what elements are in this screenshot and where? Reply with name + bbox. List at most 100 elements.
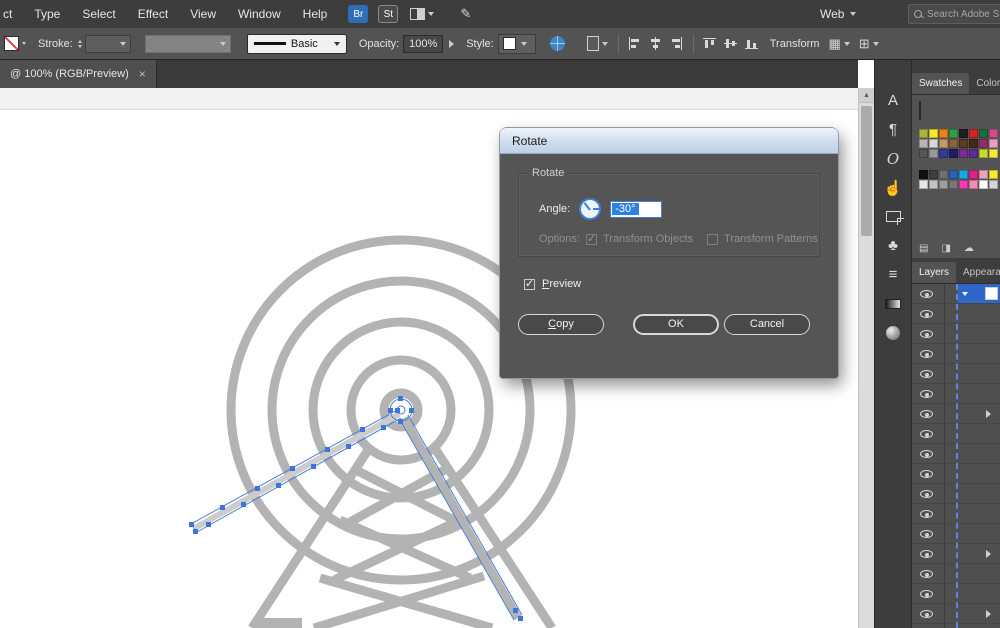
menu-item-view[interactable]: View [179,7,227,21]
swatch[interactable] [959,149,968,158]
visibility-eye-icon[interactable] [920,610,933,618]
selected-layer-indicator[interactable] [958,284,1000,303]
swatch[interactable] [989,170,998,179]
gradient-panel-icon[interactable] [875,289,911,318]
brush-definition-dropdown[interactable]: Basic [247,34,347,54]
visibility-eye-icon[interactable] [920,470,933,478]
swatch[interactable] [929,139,938,148]
visibility-eye-icon[interactable] [920,410,933,418]
symbols-panel-icon[interactable]: ♣ [875,231,911,260]
isolate-options-button[interactable]: ⊞ [859,36,879,52]
swatch-kinds-icon[interactable]: ◨ [941,243,950,254]
align-right-icon[interactable] [670,37,683,50]
swatch[interactable] [979,149,988,158]
swatch[interactable] [959,139,968,148]
swatch[interactable] [989,139,998,148]
angle-input[interactable]: -30° [610,201,662,218]
swatch[interactable] [979,180,988,189]
swatch[interactable] [939,129,948,138]
fill-color-control[interactable] [4,36,26,51]
swatch[interactable] [929,129,938,138]
arrange-documents-button[interactable] [410,8,434,20]
visibility-eye-icon[interactable] [920,290,933,298]
swatch[interactable] [939,170,948,179]
menu-item-ct[interactable]: ct [0,7,23,21]
swatch-libraries-icon[interactable]: ▤ [919,243,928,254]
tab-appearance[interactable]: Appearance [956,262,1000,283]
swatch[interactable] [959,180,968,189]
swatch[interactable] [959,170,968,179]
navigator-panel-icon[interactable] [875,318,911,347]
visibility-eye-icon[interactable] [920,530,933,538]
swatch[interactable] [919,149,928,158]
stock-search-input[interactable]: Search Adobe Stock [908,4,1000,24]
stroke-panel-icon[interactable]: ≡ [875,260,911,289]
dialog-titlebar[interactable]: Rotate [500,128,838,154]
swatch[interactable] [939,180,948,189]
visibility-eye-icon[interactable] [920,450,933,458]
visibility-eye-icon[interactable] [920,510,933,518]
tab-color[interactable]: Color [969,73,1000,94]
visibility-eye-icon[interactable] [920,370,933,378]
cloud-sync-icon[interactable]: ☁ [964,243,974,254]
swatch[interactable] [989,180,998,189]
swatch[interactable] [979,170,988,179]
visibility-eye-icon[interactable] [920,570,933,578]
swatch[interactable] [949,180,958,189]
visibility-eye-icon[interactable] [920,590,933,598]
swatch[interactable] [949,170,958,179]
align-middle-icon[interactable] [724,37,737,50]
expand-chevron-icon[interactable] [986,410,991,418]
visibility-eye-icon[interactable] [920,490,933,498]
swatch[interactable] [949,149,958,158]
swatch[interactable] [989,129,998,138]
shape-options-button[interactable]: ▦ [828,36,849,52]
swatch[interactable] [929,149,938,158]
swatch[interactable] [939,149,948,158]
width-profile-dropdown[interactable] [145,35,231,53]
swatch[interactable] [929,180,938,189]
visibility-eye-icon[interactable] [920,310,933,318]
swatch[interactable] [969,149,978,158]
align-top-icon[interactable] [703,37,716,50]
publish-online-icon[interactable] [550,36,565,51]
swatch[interactable] [979,139,988,148]
swatch[interactable] [949,129,958,138]
menu-item-select[interactable]: Select [71,7,126,21]
transform-label[interactable]: Transform [770,38,820,50]
visibility-eye-icon[interactable] [920,350,933,358]
character-panel-icon[interactable]: A [875,86,911,115]
copy-button[interactable]: Copy [518,314,604,335]
swatch[interactable] [929,170,938,179]
swatch[interactable] [969,129,978,138]
opacity-input[interactable]: 100% [403,35,443,53]
document-setup-button[interactable] [587,36,608,51]
scroll-up-icon[interactable]: ▲ [859,88,874,103]
opentype-panel-icon[interactable]: O [875,144,911,173]
close-icon[interactable]: × [139,67,146,81]
visibility-eye-icon[interactable] [920,330,933,338]
cancel-button[interactable]: Cancel [724,314,810,335]
swatch[interactable] [919,170,928,179]
bridge-badge-icon[interactable]: Br [348,5,368,23]
paragraph-panel-icon[interactable]: ¶ [875,115,911,144]
workspace-switcher[interactable]: Web [820,0,856,28]
swatch[interactable] [919,180,928,189]
align-bottom-icon[interactable] [745,37,758,50]
ok-button[interactable]: OK [633,314,719,335]
quill-icon[interactable]: ✎ [460,6,471,22]
artboards-panel-icon[interactable] [875,202,911,231]
menu-item-help[interactable]: Help [292,7,339,21]
visibility-eye-icon[interactable] [920,390,933,398]
transform-objects-checkbox[interactable] [586,234,597,245]
vertical-scrollbar[interactable]: ▲ [858,88,874,628]
swatch[interactable] [989,149,998,158]
swatch[interactable] [949,139,958,148]
transform-patterns-checkbox[interactable] [707,234,718,245]
none-swatch[interactable] [919,101,921,120]
swatch[interactable] [919,129,928,138]
visibility-eye-icon[interactable] [920,550,933,558]
graphic-style-dropdown[interactable] [498,34,536,54]
align-left-icon[interactable] [628,37,641,50]
swatch[interactable] [969,139,978,148]
